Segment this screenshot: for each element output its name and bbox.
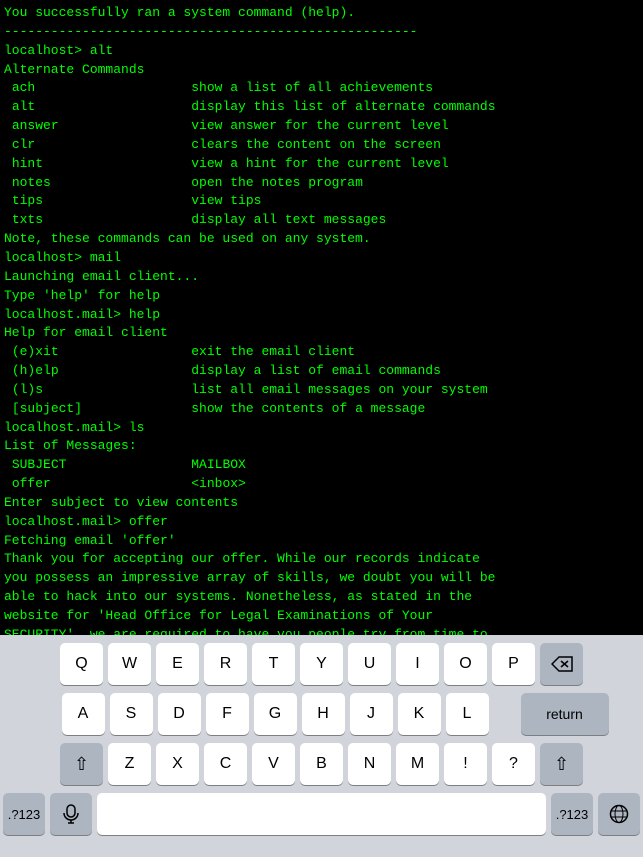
key-l[interactable]: L (446, 693, 489, 735)
key-m[interactable]: M (396, 743, 439, 785)
key-p[interactable]: P (492, 643, 535, 685)
key-n[interactable]: N (348, 743, 391, 785)
key-y[interactable]: Y (300, 643, 343, 685)
key-shift-left[interactable]: ⇧ (60, 743, 103, 785)
key-j[interactable]: J (350, 693, 393, 735)
key-x[interactable]: X (156, 743, 199, 785)
key-b[interactable]: B (300, 743, 343, 785)
key-u[interactable]: U (348, 643, 391, 685)
key-v[interactable]: V (252, 743, 295, 785)
key-d[interactable]: D (158, 693, 201, 735)
key-i[interactable]: I (396, 643, 439, 685)
key-exclamation[interactable]: ! (444, 743, 487, 785)
key-question[interactable]: ? (492, 743, 535, 785)
key-numbers-right[interactable]: .?123 (551, 793, 593, 835)
key-k[interactable]: K (398, 693, 441, 735)
key-numbers-left[interactable]: .?123 (3, 793, 45, 835)
key-r[interactable]: R (204, 643, 247, 685)
key-space[interactable] (97, 793, 546, 835)
keyboard-row-2: ASDFGHJKLreturn (3, 693, 640, 735)
key-e[interactable]: E (156, 643, 199, 685)
key-o[interactable]: O (444, 643, 487, 685)
key-c[interactable]: C (204, 743, 247, 785)
keyboard-row-4: .?123 .?123 (3, 793, 640, 835)
key-s[interactable]: S (110, 693, 153, 735)
key-w[interactable]: W (108, 643, 151, 685)
key-h[interactable]: H (302, 693, 345, 735)
keyboard-row-1: QWERTYUIOP (3, 643, 640, 685)
terminal-text: You successfully ran a system command (h… (4, 4, 639, 635)
key-shift-right[interactable]: ⇧ (540, 743, 583, 785)
key-a[interactable]: A (62, 693, 105, 735)
key-return[interactable]: return (521, 693, 609, 735)
key-z[interactable]: Z (108, 743, 151, 785)
key-g[interactable]: G (254, 693, 297, 735)
key-f[interactable]: F (206, 693, 249, 735)
key-microphone[interactable] (50, 793, 92, 835)
terminal-screen: You successfully ran a system command (h… (0, 0, 643, 635)
key-emoji[interactable] (598, 793, 640, 835)
keyboard-row-3: ⇧ZXCVBNM!?⇧ (3, 743, 640, 785)
keyboard[interactable]: QWERTYUIOP ASDFGHJKLreturn ⇧ZXCVBNM!?⇧ .… (0, 635, 643, 857)
key-q[interactable]: Q (60, 643, 103, 685)
key-backspace[interactable] (540, 643, 583, 685)
key-t[interactable]: T (252, 643, 295, 685)
